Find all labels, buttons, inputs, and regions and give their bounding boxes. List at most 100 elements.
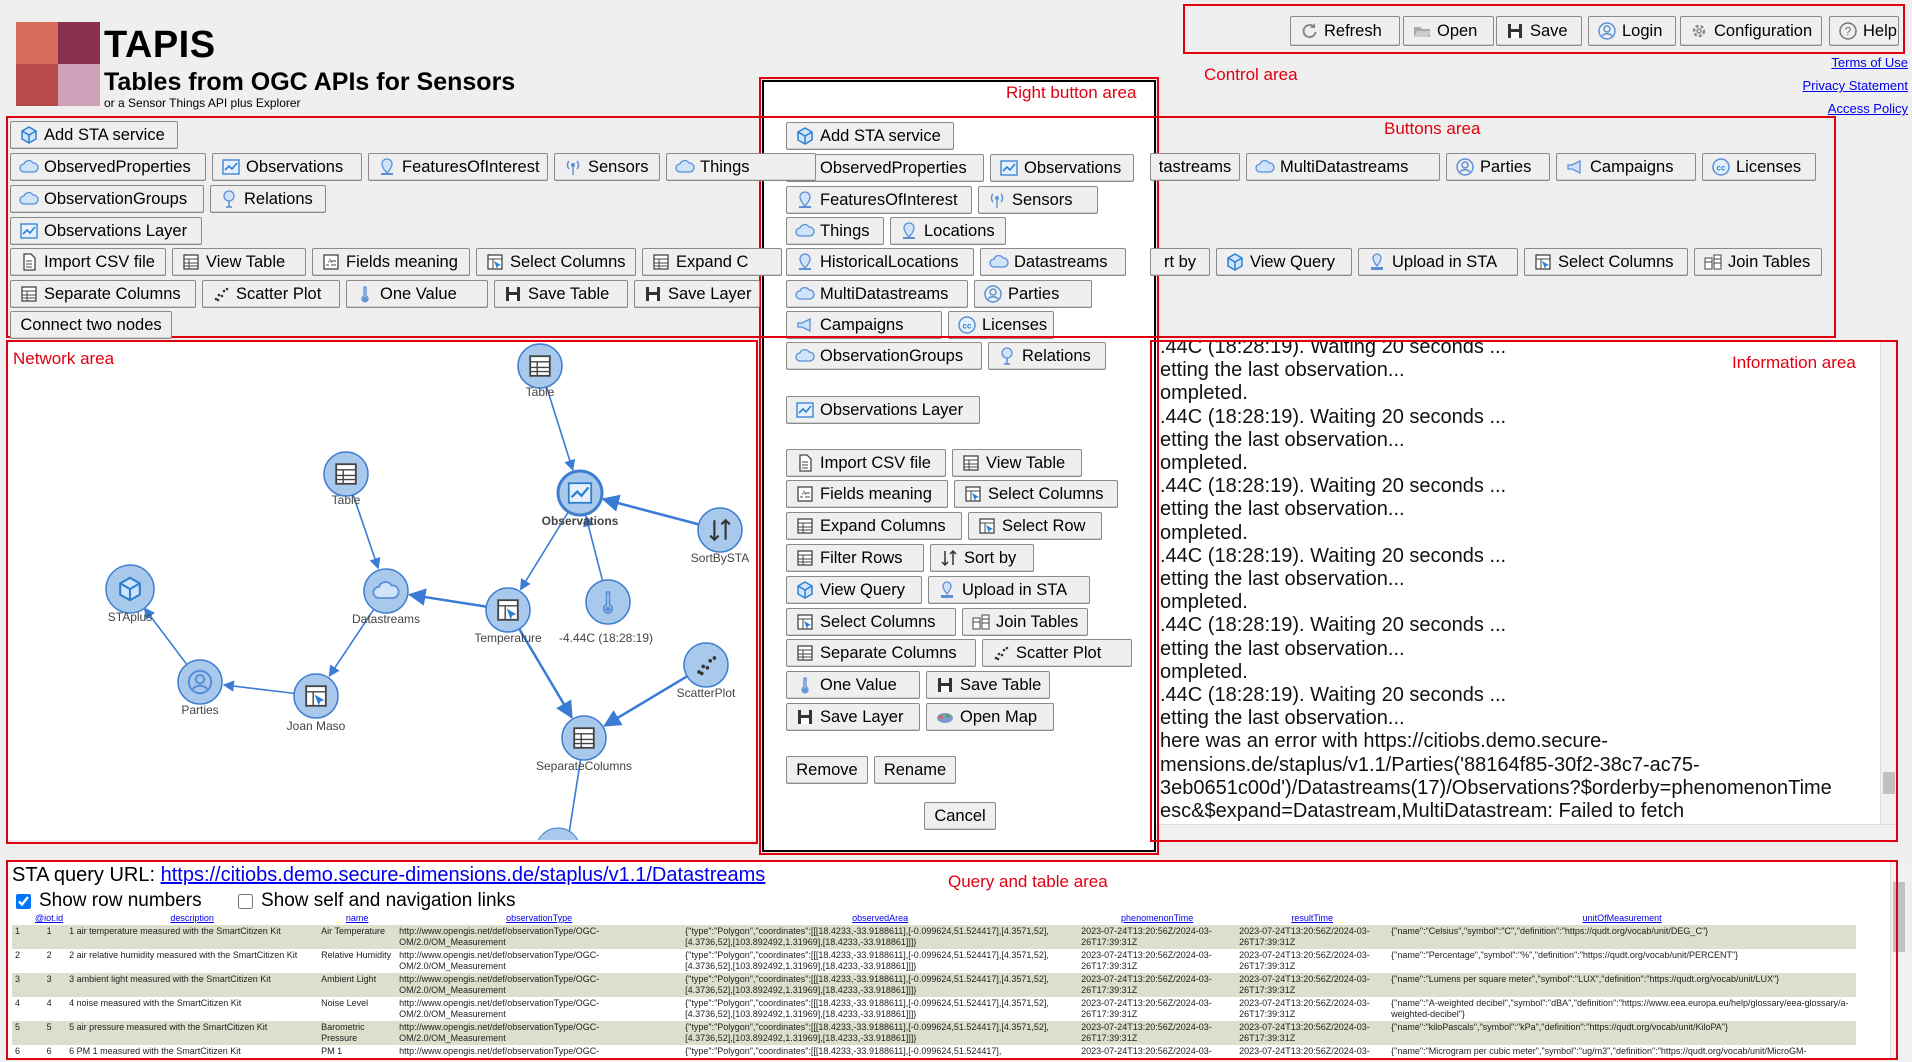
dialog-sensors-button[interactable]: Sensors <box>978 186 1098 214</box>
dialog-observations-button[interactable]: Observations <box>990 154 1134 182</box>
network-node-table[interactable]: Table <box>323 451 369 507</box>
save-button[interactable]: Save <box>1496 16 1582 46</box>
dialog-sort-by-button[interactable]: Sort by <box>930 544 1034 572</box>
fields-meaning-button[interactable]: A Fields meaning <box>312 248 470 276</box>
network-node-joan-maso[interactable]: Joan Maso <box>287 673 346 733</box>
open-button[interactable]: Open <box>1403 16 1494 46</box>
tastreams-button[interactable]: tastreams <box>1150 153 1240 181</box>
table-scrollbar[interactable] <box>1890 862 1906 1060</box>
show-row-numbers-input[interactable] <box>16 893 31 909</box>
dialog-cancel-button[interactable]: Cancel <box>924 802 996 830</box>
info-scrollbar[interactable] <box>1880 340 1896 824</box>
observationgroups-button[interactable]: ObservationGroups <box>10 185 204 213</box>
refresh-button[interactable]: Refresh <box>1290 16 1400 46</box>
observations-layer-button[interactable]: Observations Layer <box>10 217 202 245</box>
column-header[interactable]: phenomenonTime <box>1078 912 1236 925</box>
dialog-campaigns-button[interactable]: Campaigns <box>786 311 942 339</box>
add-sta-service-button[interactable]: Add STA service <box>10 121 178 149</box>
show-links-checkbox[interactable]: Show self and navigation links <box>238 890 516 912</box>
terms-of-use-link[interactable]: Terms of Use <box>1831 55 1908 70</box>
network-area[interactable]: Table Table Observations SortBySTA STAplus Da… <box>6 340 758 840</box>
dialog-historicallocations-button[interactable]: HistoricalLocations <box>786 248 974 276</box>
dialog-select-columns-button[interactable]: Select Columns <box>954 480 1118 508</box>
dialog-select-row-button[interactable]: Select Row <box>968 512 1102 540</box>
column-header[interactable]: resultTime <box>1236 912 1388 925</box>
privacy-statement-link[interactable]: Privacy Statement <box>1803 78 1909 93</box>
column-header[interactable]: observationType <box>396 912 682 925</box>
dialog-open-map-button[interactable]: Open Map <box>926 703 1054 731</box>
one-value-button[interactable]: One Value <box>346 280 488 308</box>
dialog-join-tables-button[interactable]: Join Tables <box>962 608 1088 636</box>
dialog-add-sta-service-button[interactable]: Add STA service <box>786 122 954 150</box>
dialog-parties-button[interactable]: Parties <box>974 280 1092 308</box>
join-tables-button[interactable]: Join Tables <box>1694 248 1822 276</box>
dialog-upload-in-sta-button[interactable]: Upload in STA <box>928 576 1090 604</box>
dialog-observationgroups-button[interactable]: ObservationGroups <box>786 342 982 370</box>
table-row[interactable]: 111 air temperature measured with the Sm… <box>12 925 1857 949</box>
parties-button[interactable]: Parties <box>1446 153 1550 181</box>
dialog-featuresofinterest-button[interactable]: FeaturesOfInterest <box>786 186 972 214</box>
network-node-4-44c-18-28-19[interactable]: -4.44C (18:28:19) <box>559 579 653 645</box>
separate-columns-button[interactable]: Separate Columns <box>10 280 196 308</box>
dialog-locations-button[interactable]: Locations <box>890 217 1006 245</box>
column-header[interactable]: unitOfMeasurement <box>1388 912 1856 925</box>
dialog-save-layer-button[interactable]: Save Layer <box>786 703 920 731</box>
observations-button[interactable]: Observations <box>212 153 362 181</box>
select-columns-button[interactable]: Select Columns <box>1524 248 1688 276</box>
connect-two-nodes-button[interactable]: Connect two nodes <box>10 311 172 339</box>
dialog-remove-button[interactable]: Remove <box>786 756 868 784</box>
dialog-relations-button[interactable]: Relations <box>988 342 1106 370</box>
show-links-input[interactable] <box>238 893 253 909</box>
expand-c-button[interactable]: Expand C <box>642 248 782 276</box>
observedproperties-button[interactable]: ObservedProperties <box>10 153 206 181</box>
select-columns-button[interactable]: Select Columns <box>476 248 636 276</box>
dialog-things-button[interactable]: Things <box>786 217 884 245</box>
table-row[interactable]: 666 PM 1 measured with the SmartCitizen … <box>12 1045 1857 1058</box>
dialog-expand-columns-button[interactable]: Expand Columns <box>786 512 962 540</box>
dialog-select-columns-button[interactable]: Select Columns <box>786 608 956 636</box>
view-table-button[interactable]: View Table <box>172 248 306 276</box>
dialog-filter-rows-button[interactable]: Filter Rows <box>786 544 924 572</box>
dialog-datastreams-button[interactable]: Datastreams <box>980 248 1126 276</box>
network-node-temperature[interactable]: Temperature <box>474 587 542 645</box>
network-node-separatecolumns[interactable]: SeparateColumns <box>536 715 632 773</box>
dialog-save-table-button[interactable]: Save Table <box>926 671 1050 699</box>
dialog-observations-layer-button[interactable]: Observations Layer <box>786 396 980 424</box>
login-button[interactable]: Login <box>1588 16 1676 46</box>
view-query-button[interactable]: View Query <box>1216 248 1352 276</box>
featuresofinterest-button[interactable]: FeaturesOfInterest <box>368 153 548 181</box>
table-row[interactable]: 444 noise measured with the SmartCitizen… <box>12 997 1857 1021</box>
dialog-scatter-plot-button[interactable]: Scatter Plot <box>982 639 1132 667</box>
table-row[interactable]: 333 ambient light measured with the Smar… <box>12 973 1857 997</box>
show-row-numbers-checkbox[interactable]: Show row numbers <box>16 890 202 912</box>
table-row[interactable]: 222 air relative humidity measured with … <box>12 949 1857 973</box>
network-node-datastreams[interactable]: Datastreams <box>352 568 420 626</box>
relations-button[interactable]: Relations <box>210 185 326 213</box>
import-csv-file-button[interactable]: Import CSV file <box>10 248 166 276</box>
save-layer-button[interactable]: Save Layer <box>634 280 760 308</box>
configuration-button[interactable]: Configuration <box>1680 16 1822 46</box>
network-node-staplus[interactable]: STAplus <box>105 564 155 624</box>
scatter-plot-button[interactable]: Scatter Plot <box>202 280 340 308</box>
dialog-rename-button[interactable]: Rename <box>874 756 956 784</box>
dialog-view-table-button[interactable]: View Table <box>952 449 1082 477</box>
column-header[interactable]: description <box>66 912 318 925</box>
table-row[interactable]: 555 air pressure measured with the Smart… <box>12 1021 1857 1045</box>
network-node-table[interactable]: Table <box>517 343 563 399</box>
save-table-button[interactable]: Save Table <box>494 280 628 308</box>
network-node-parties[interactable]: Parties <box>177 659 223 717</box>
column-header[interactable]: observedArea <box>682 912 1078 925</box>
upload-in-sta-button[interactable]: Upload in STA <box>1358 248 1518 276</box>
dialog-separate-columns-button[interactable]: Separate Columns <box>786 639 976 667</box>
dialog-fields-meaning-button[interactable]: A Fields meaning <box>786 480 948 508</box>
column-header[interactable]: name <box>318 912 396 925</box>
dialog-licenses-button[interactable]: cc Licenses <box>948 311 1054 339</box>
column-header[interactable]: @iot.id <box>32 912 66 925</box>
sensors-button[interactable]: Sensors <box>554 153 660 181</box>
dialog-import-csv-file-button[interactable]: Import CSV file <box>786 449 946 477</box>
multidatastreams-button[interactable]: MultiDatastreams <box>1246 153 1440 181</box>
network-node-partial[interactable] <box>536 827 580 840</box>
licenses-button[interactable]: cc Licenses <box>1702 153 1816 181</box>
dialog-one-value-button[interactable]: One Value <box>786 671 920 699</box>
help-button[interactable]: ? Help <box>1829 16 1899 46</box>
